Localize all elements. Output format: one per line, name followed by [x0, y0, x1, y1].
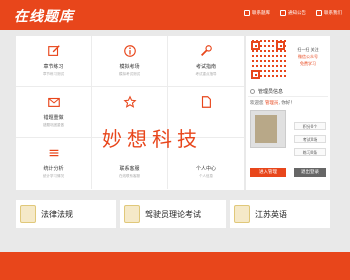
tile-subtitle: 在线联系客服 — [119, 174, 140, 178]
feature-grid: 章节练习 章节练习测试 模拟考场 模拟考试测试 考试指南 考试重点指导 错题重做… — [16, 36, 244, 190]
tile-subtitle: 考试重点指导 — [195, 72, 217, 76]
top-link-notice[interactable]: 通知公告 — [280, 10, 306, 16]
side-panel: 扫一扫 关注 微信公众号 免费学习 管理员信息 欢迎您 管理员, 你好！ 积分0… — [246, 36, 330, 190]
info-icon — [123, 45, 136, 57]
qr-code — [250, 40, 286, 80]
avatar — [250, 110, 286, 148]
site-logo[interactable]: 在线题库 — [14, 6, 74, 26]
tile-exam-guide[interactable]: 考试指南 考试重点指导 — [168, 36, 244, 87]
top-link-label: 联系我们 — [324, 11, 342, 16]
enter-admin-button[interactable]: 进入管理 — [250, 168, 286, 177]
tile-subtitle: 个人信息 — [199, 174, 213, 178]
tile-title: 统计分析 — [43, 166, 64, 172]
admin-info-title: 管理员信息 — [258, 88, 284, 95]
logout-button[interactable]: 退出登录 — [294, 168, 326, 177]
header: 在线题库 联系题库 通知公告 联系我们 — [0, 0, 350, 30]
avatar-photo — [255, 115, 277, 143]
qr-corner — [251, 41, 260, 50]
practice-count-badge: 练习0条 — [294, 148, 326, 156]
tile-subtitle: 模拟考试测试 — [119, 72, 140, 76]
chart-icon — [49, 149, 58, 157]
welcome-name: 管理员 — [264, 101, 279, 106]
tile-statistics[interactable]: 统计分析 统计学习情况 — [16, 138, 92, 189]
category-law[interactable]: 法律法规 — [16, 200, 116, 228]
top-link-contact[interactable]: 联系题库 — [244, 10, 270, 16]
tile-subtitle: 错题巩固重做 — [43, 123, 64, 127]
qr-caption-line: 微信公众号 — [298, 54, 318, 59]
admin-info-header: 管理员信息 — [248, 86, 328, 97]
welcome-prefix: 欢迎您 — [250, 101, 264, 106]
category-label: 法律法规 — [41, 209, 73, 219]
qr-caption-line: 扫一扫 关注 — [297, 47, 319, 52]
category-label: 驾驶员理论考试 — [145, 209, 201, 219]
edit-icon — [47, 45, 60, 56]
tile-subtitle: 统计学习情况 — [43, 174, 64, 178]
star-icon — [122, 95, 137, 108]
bell-icon — [280, 10, 286, 16]
tile-title: 错题重做 — [43, 115, 64, 121]
top-link-about[interactable]: 联系我们 — [316, 10, 342, 16]
tile-wrong-redo[interactable]: 错题重做 错题巩固重做 — [16, 87, 92, 138]
tile-title: 联系客服 — [119, 166, 140, 172]
tile-chapter-practice[interactable]: 章节练习 章节练习测试 — [16, 36, 92, 87]
category-driver-theory[interactable]: 驾驶员理论考试 — [120, 200, 226, 228]
footer — [0, 252, 350, 280]
welcome-suffix: , 你好！ — [278, 101, 295, 106]
tile-title: 考试指南 — [195, 64, 216, 70]
category-label: 江苏英语 — [255, 209, 287, 219]
top-link-label: 联系题库 — [252, 11, 270, 16]
points-badge: 积分0个 — [294, 122, 326, 130]
book-icon — [20, 205, 36, 223]
user-icon — [250, 88, 255, 94]
welcome-text: 欢迎您 管理员, 你好！ — [250, 100, 295, 106]
home-icon — [244, 10, 250, 16]
tile-mock-exam[interactable]: 模拟考场 模拟考试测试 — [92, 36, 168, 87]
book-icon — [234, 205, 250, 223]
qr-corner — [276, 41, 285, 50]
qr-caption-line: 免费学习 — [300, 61, 316, 66]
wrench-icon — [201, 45, 212, 56]
top-link-label: 通知公告 — [288, 11, 306, 16]
qr-corner — [251, 70, 260, 79]
phone-icon — [316, 10, 322, 16]
mail-icon — [47, 97, 60, 107]
exam-count-badge: 考试0场 — [294, 135, 326, 143]
tile-title: 章节练习 — [43, 64, 64, 70]
watermark-text: 妙想科技 — [102, 127, 202, 151]
qr-caption: 扫一扫 关注 微信公众号 免费学习 — [290, 46, 326, 67]
book-icon — [124, 205, 140, 223]
category-jiangsu-english[interactable]: 江苏英语 — [230, 200, 330, 228]
top-links: 联系题库 通知公告 联系我们 — [244, 10, 342, 16]
tile-title: 模拟考场 — [119, 64, 140, 70]
document-icon — [201, 96, 211, 108]
tile-subtitle: 章节练习测试 — [43, 72, 64, 76]
tile-title: 个人中心 — [195, 166, 216, 172]
